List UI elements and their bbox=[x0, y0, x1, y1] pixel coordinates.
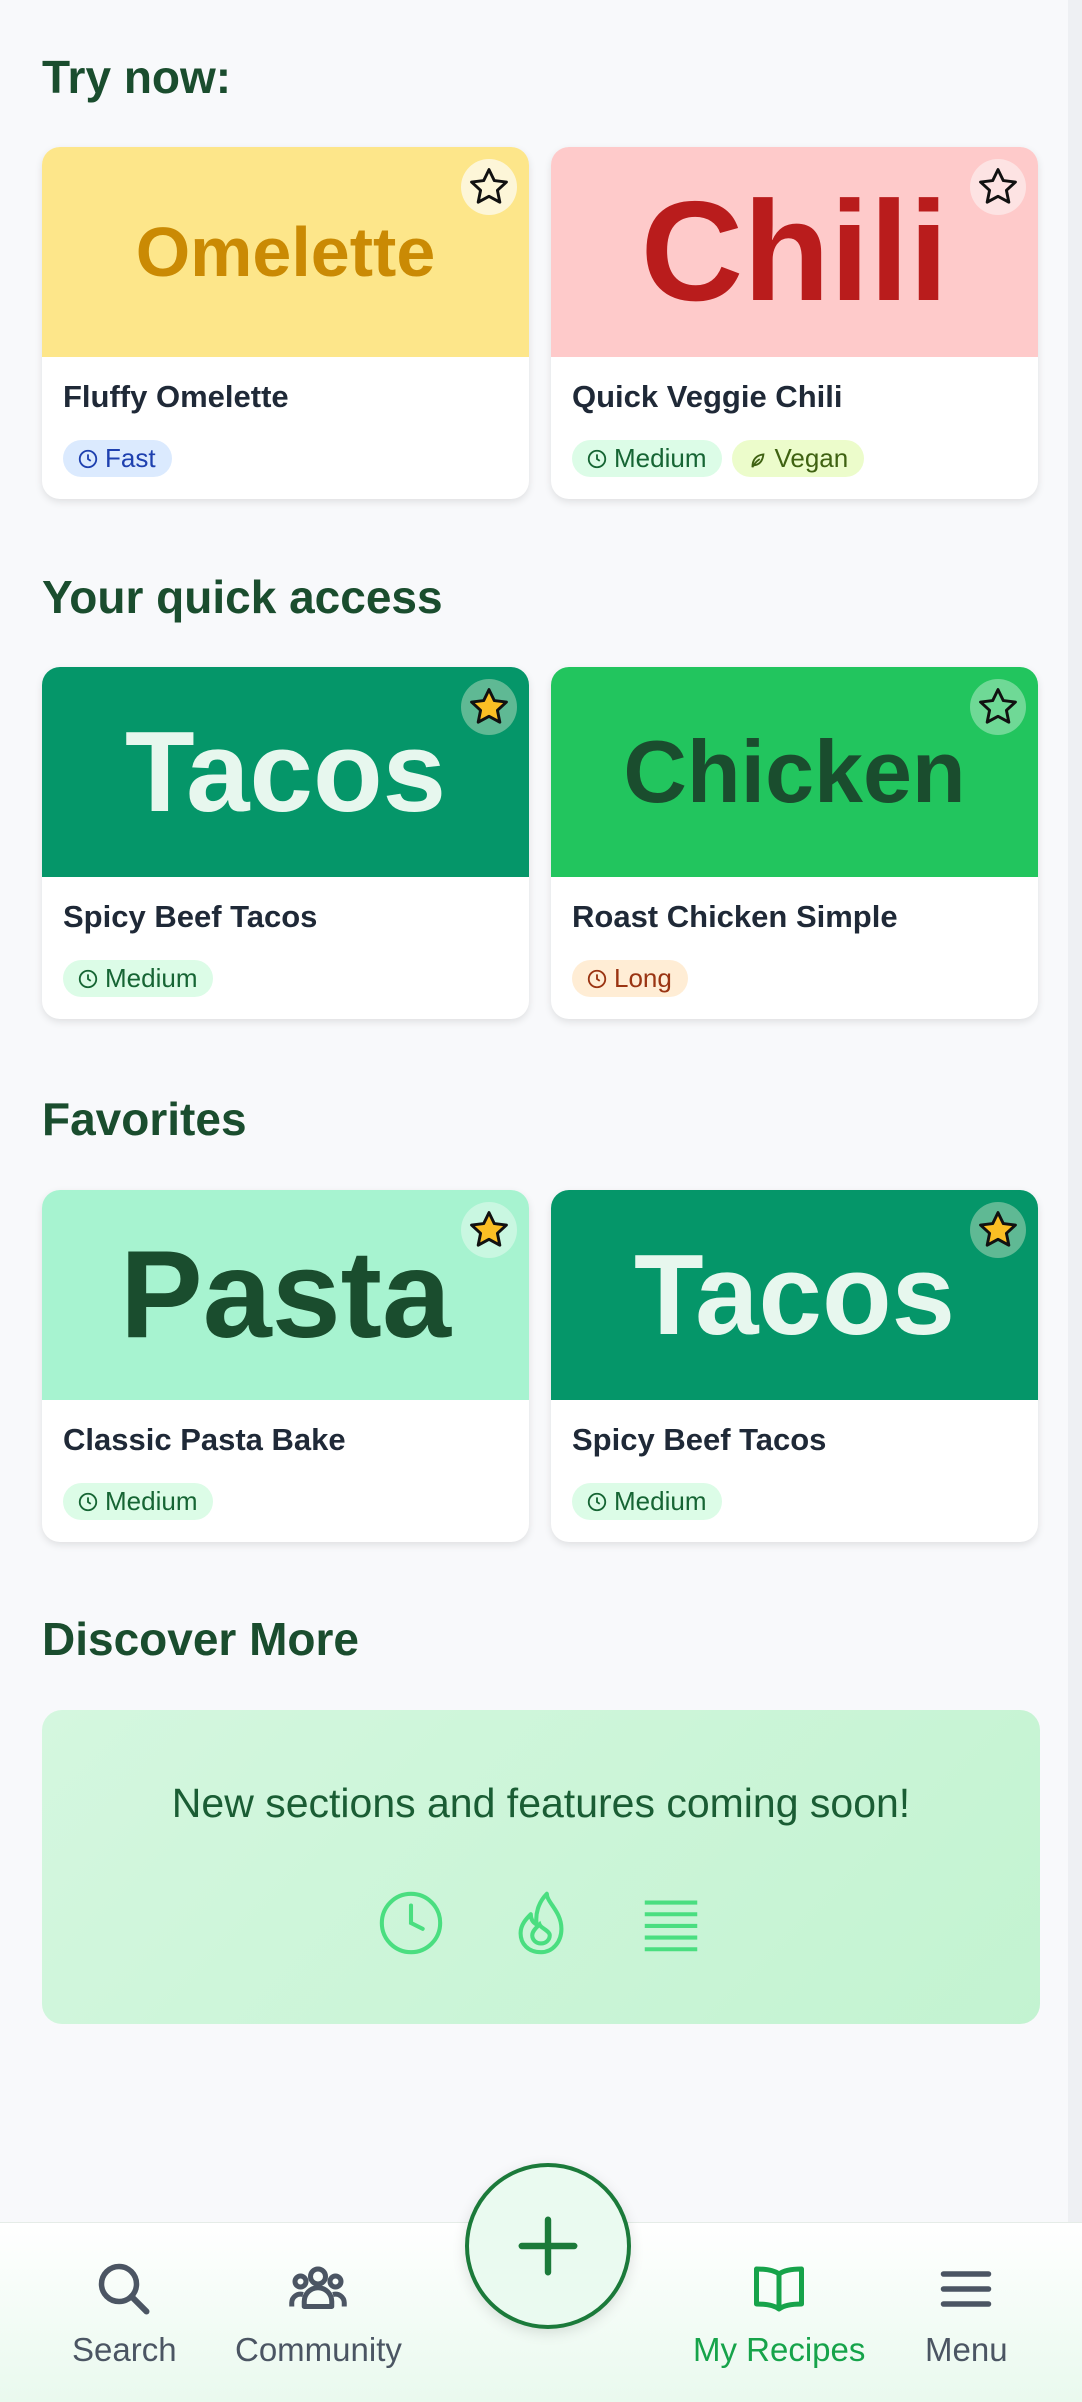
tag-label: Medium bbox=[105, 1486, 198, 1516]
discover-message: New sections and features coming soon! bbox=[171, 1780, 911, 1826]
flame-icon bbox=[518, 1891, 564, 1955]
star-outline-icon bbox=[979, 168, 1017, 204]
nav-menu[interactable]: Menu bbox=[925, 2259, 1008, 2369]
star-outline-icon bbox=[470, 168, 508, 204]
nav-my-recipes[interactable]: My Recipes bbox=[693, 2259, 865, 2369]
time-tag: Long bbox=[572, 960, 688, 997]
add-recipe-button[interactable] bbox=[465, 2163, 631, 2329]
tag-label: Medium bbox=[614, 1486, 707, 1516]
recipe-card-omelette[interactable]: Omelette Fluffy Omelette Fast bbox=[42, 147, 529, 499]
star-outline-icon bbox=[979, 688, 1017, 724]
discover-panel: New sections and features coming soon! bbox=[42, 1710, 1040, 2024]
favorite-toggle[interactable] bbox=[970, 159, 1026, 215]
tag-label: Vegan bbox=[774, 443, 849, 473]
tag-label: Long bbox=[614, 963, 672, 993]
book-icon bbox=[754, 2266, 805, 2312]
recipe-banner: Tacos bbox=[42, 667, 529, 877]
favorite-toggle[interactable] bbox=[461, 159, 517, 215]
tag-label: Medium bbox=[614, 443, 707, 473]
nav-label: Community bbox=[235, 2331, 402, 2368]
clock-icon bbox=[78, 1492, 98, 1511]
favorite-toggle[interactable] bbox=[461, 1202, 517, 1258]
clock-icon bbox=[587, 449, 607, 468]
diet-tag: Vegan bbox=[732, 440, 865, 477]
recipe-banner: Omelette bbox=[42, 147, 529, 357]
section-title-favorites: Favorites bbox=[42, 1093, 247, 1145]
clock-icon bbox=[78, 969, 98, 988]
tag-label: Medium bbox=[105, 963, 198, 993]
recipe-card-chili[interactable]: Chili Quick Veggie Chili Medium Vegan bbox=[551, 147, 1038, 499]
nav-search[interactable]: Search bbox=[72, 2259, 177, 2369]
star-filled-icon bbox=[470, 688, 508, 724]
time-tag: Medium bbox=[572, 440, 723, 477]
recipe-banner: Tacos bbox=[551, 1190, 1038, 1400]
tag-label: Fast bbox=[105, 443, 156, 473]
favorite-toggle[interactable] bbox=[970, 1202, 1026, 1258]
star-filled-icon bbox=[979, 1211, 1017, 1247]
recipe-card-tacos[interactable]: Tacos Spicy Beef Tacos Medium bbox=[42, 667, 529, 1019]
time-tag: Medium bbox=[63, 1483, 214, 1520]
recipe-banner: Chili bbox=[551, 147, 1038, 357]
time-tag: Medium bbox=[572, 1483, 723, 1520]
clock-icon bbox=[78, 449, 98, 468]
recipe-name: Classic Pasta Bake bbox=[63, 1422, 346, 1457]
clock-icon bbox=[587, 969, 607, 988]
recipe-name: Roast Chicken Simple bbox=[572, 899, 898, 934]
section-title-try-now: Try now: bbox=[42, 51, 232, 103]
clock-icon bbox=[587, 1492, 607, 1511]
recipe-card-pasta[interactable]: Pasta Classic Pasta Bake Medium bbox=[42, 1190, 529, 1542]
users-icon bbox=[289, 2266, 348, 2309]
list-icon bbox=[644, 1900, 698, 1952]
section-title-quick-access: Your quick access bbox=[42, 571, 443, 623]
search-icon bbox=[99, 2263, 150, 2315]
recipe-card-chicken[interactable]: Chicken Roast Chicken Simple Long bbox=[551, 667, 1038, 1019]
nav-label: My Recipes bbox=[693, 2331, 866, 2368]
section-title-discover: Discover More bbox=[42, 1613, 360, 1665]
recipe-name: Spicy Beef Tacos bbox=[63, 899, 318, 934]
recipe-card-tacos-favorite[interactable]: Tacos Spicy Beef Tacos Medium bbox=[551, 1190, 1038, 1542]
nav-label: Menu bbox=[925, 2331, 1008, 2368]
nav-label: Search bbox=[72, 2331, 177, 2368]
favorite-toggle[interactable] bbox=[461, 679, 517, 735]
plus-icon bbox=[518, 2216, 578, 2276]
recipe-name: Fluffy Omelette bbox=[63, 379, 289, 414]
scrollbar[interactable] bbox=[1068, 0, 1082, 2402]
favorite-toggle[interactable] bbox=[970, 679, 1026, 735]
nav-community[interactable]: Community bbox=[235, 2259, 402, 2369]
menu-icon bbox=[941, 2271, 992, 2307]
clock-icon bbox=[379, 1891, 443, 1955]
recipe-banner: Pasta bbox=[42, 1190, 529, 1400]
recipe-banner: Chicken bbox=[551, 667, 1038, 877]
star-filled-icon bbox=[470, 1211, 508, 1247]
leaf-icon bbox=[751, 452, 765, 468]
time-tag: Fast bbox=[63, 440, 172, 477]
time-tag: Medium bbox=[63, 960, 214, 997]
recipe-name: Quick Veggie Chili bbox=[572, 379, 843, 414]
recipe-name: Spicy Beef Tacos bbox=[572, 1422, 827, 1457]
